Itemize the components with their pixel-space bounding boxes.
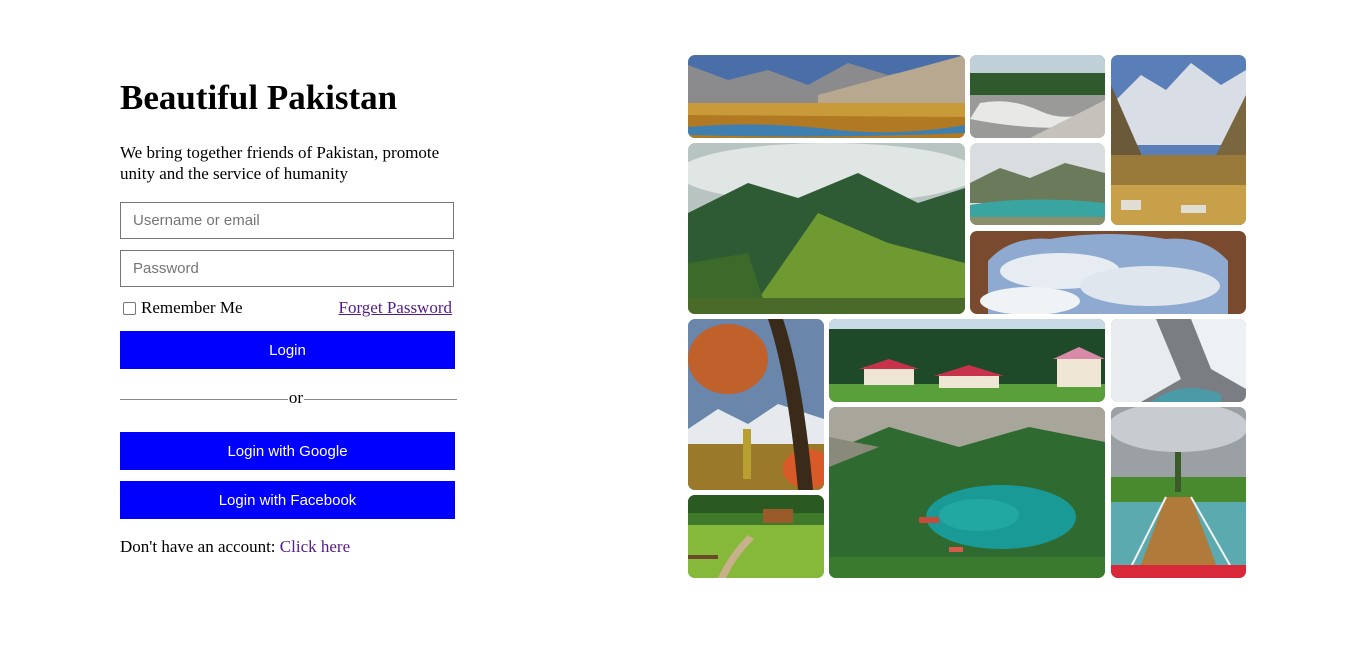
remember-row: Remember Me Forget Password <box>120 298 454 320</box>
divider-line-right <box>304 399 457 400</box>
page-subtitle: We bring together friends of Pakistan, p… <box>120 143 440 183</box>
login-button[interactable]: Login <box>120 331 455 369</box>
facebook-login-button[interactable]: Login with Facebook <box>120 481 455 519</box>
divider-line-left <box>120 399 288 400</box>
photo-autumn-tree-mountains <box>688 319 824 490</box>
photo-snow-peaks-village <box>1111 55 1246 225</box>
photo-clouds-through-arch <box>970 231 1246 314</box>
photo-glacier-snow-slopes <box>1111 319 1246 402</box>
forget-password-link[interactable]: Forget Password <box>339 298 453 318</box>
signup-prompt: Don't have an account: Click here <box>120 537 350 557</box>
signup-text: Don't have an account: <box>120 537 280 556</box>
username-input[interactable] <box>120 202 454 239</box>
remember-checkbox[interactable] <box>123 301 136 315</box>
google-login-button[interactable]: Login with Google <box>120 432 455 470</box>
photo-misty-forest-hill <box>688 143 965 314</box>
divider-text: or <box>288 388 304 407</box>
signup-link[interactable]: Click here <box>280 537 350 556</box>
photo-waterfall-forest <box>970 55 1105 138</box>
page-title: Beautiful Pakistan <box>120 78 398 117</box>
password-input[interactable] <box>120 250 454 287</box>
photo-mountain-lake <box>970 143 1105 225</box>
remember-label: Remember Me <box>141 298 243 317</box>
photo-emerald-lake-valley <box>829 407 1105 578</box>
photo-forest-cottages <box>829 319 1105 402</box>
photo-village-green-path <box>688 495 824 578</box>
photo-rope-bridge-river <box>1111 407 1246 578</box>
photo-valley-river-autumn <box>688 55 965 138</box>
or-divider: or <box>120 388 457 409</box>
remember-me[interactable]: Remember Me <box>120 298 243 318</box>
